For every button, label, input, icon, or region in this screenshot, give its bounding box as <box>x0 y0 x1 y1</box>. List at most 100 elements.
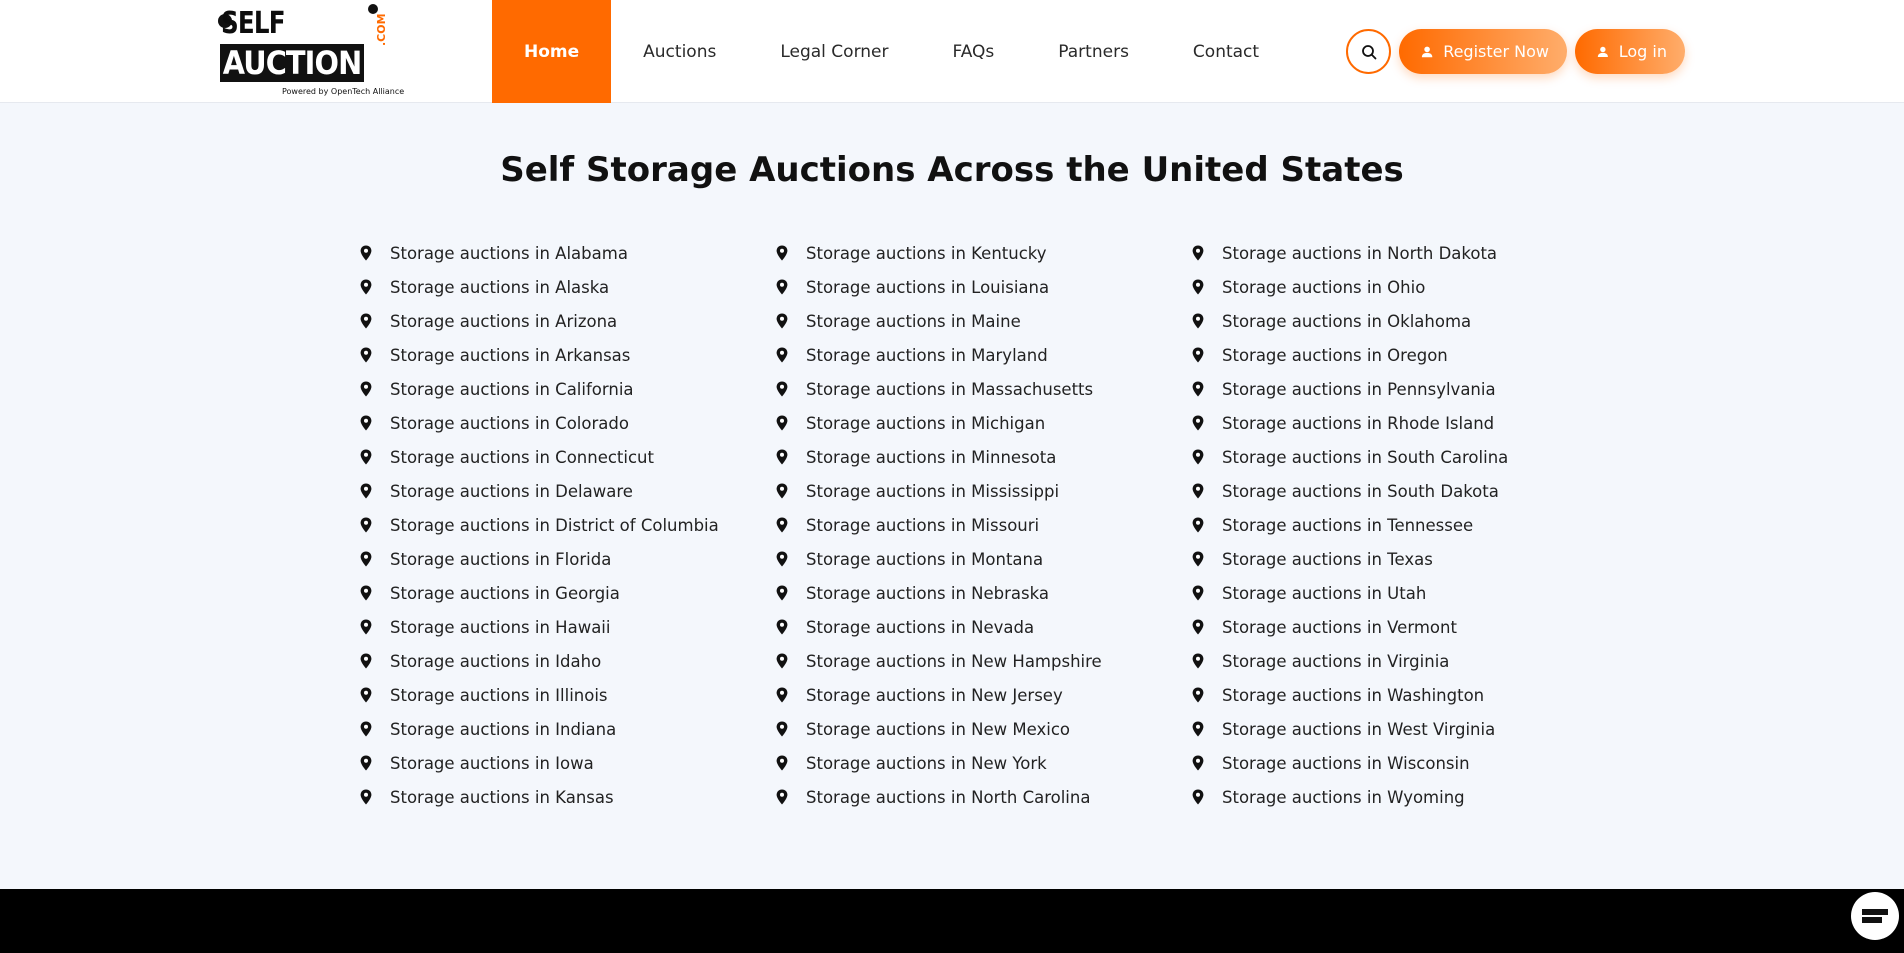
nav-item-legal-corner[interactable]: Legal Corner <box>748 0 920 103</box>
state-link[interactable]: Storage auctions in Mississippi <box>776 474 1102 508</box>
logo-powered-by: Powered by OpenTech Alliance <box>282 87 405 96</box>
location-pin-icon <box>776 347 788 363</box>
location-pin-icon <box>776 755 788 771</box>
state-link[interactable]: Storage auctions in Pennsylvania <box>1192 372 1508 406</box>
state-link[interactable]: Storage auctions in Tennessee <box>1192 508 1508 542</box>
state-link-label: Storage auctions in Alaska <box>390 277 610 297</box>
location-pin-icon <box>776 279 788 295</box>
state-link[interactable]: Storage auctions in Maine <box>776 304 1102 338</box>
location-pin-icon <box>1192 721 1204 737</box>
location-pin-icon <box>1192 449 1204 465</box>
state-link[interactable]: Storage auctions in Iowa <box>360 746 719 780</box>
state-link-label: Storage auctions in Arizona <box>390 311 618 331</box>
state-link[interactable]: Storage auctions in Alabama <box>360 236 719 270</box>
state-link-label: Storage auctions in New Mexico <box>806 719 1071 739</box>
state-link[interactable]: Storage auctions in Alaska <box>360 270 719 304</box>
state-link[interactable]: Storage auctions in Maryland <box>776 338 1102 372</box>
register-button[interactable]: Register Now <box>1399 29 1567 74</box>
state-link[interactable]: Storage auctions in Texas <box>1192 542 1508 576</box>
state-link-label: Storage auctions in District of Columbia <box>390 515 719 535</box>
state-link[interactable]: Storage auctions in Michigan <box>776 406 1102 440</box>
nav-item-contact[interactable]: Contact <box>1161 0 1291 103</box>
nav-item-faqs[interactable]: FAQs <box>920 0 1026 103</box>
site-logo[interactable]: SELF STORAGE AUCTION .COM Powered by Ope… <box>218 4 404 99</box>
login-button[interactable]: Log in <box>1575 29 1685 74</box>
state-link[interactable]: Storage auctions in Indiana <box>360 712 719 746</box>
state-link[interactable]: Storage auctions in Nevada <box>776 610 1102 644</box>
nav-item-auctions[interactable]: Auctions <box>611 0 748 103</box>
state-link[interactable]: Storage auctions in New Jersey <box>776 678 1102 712</box>
state-link[interactable]: Storage auctions in Connecticut <box>360 440 719 474</box>
state-link[interactable]: Storage auctions in Montana <box>776 542 1102 576</box>
state-link[interactable]: Storage auctions in Vermont <box>1192 610 1508 644</box>
state-link[interactable]: Storage auctions in Oklahoma <box>1192 304 1508 338</box>
state-link[interactable]: Storage auctions in New Hampshire <box>776 644 1102 678</box>
state-link[interactable]: Storage auctions in District of Columbia <box>360 508 719 542</box>
location-pin-icon <box>360 789 372 805</box>
state-link[interactable]: Storage auctions in South Dakota <box>1192 474 1508 508</box>
state-link[interactable]: Storage auctions in New York <box>776 746 1102 780</box>
state-link[interactable]: Storage auctions in West Virginia <box>1192 712 1508 746</box>
state-link[interactable]: Storage auctions in Delaware <box>360 474 719 508</box>
site-header: SELF STORAGE AUCTION .COM Powered by Ope… <box>0 0 1904 103</box>
state-link[interactable]: Storage auctions in Idaho <box>360 644 719 678</box>
state-link[interactable]: Storage auctions in Wyoming <box>1192 780 1508 814</box>
location-pin-icon <box>776 721 788 737</box>
state-link-label: Storage auctions in Kentucky <box>806 243 1047 263</box>
location-pin-icon <box>1192 789 1204 805</box>
state-link[interactable]: Storage auctions in Oregon <box>1192 338 1508 372</box>
state-link-label: Storage auctions in Kansas <box>390 787 614 807</box>
location-pin-icon <box>360 313 372 329</box>
location-pin-icon <box>360 551 372 567</box>
location-pin-icon <box>776 653 788 669</box>
state-link-label: Storage auctions in Vermont <box>1222 617 1457 637</box>
state-link[interactable]: Storage auctions in Minnesota <box>776 440 1102 474</box>
site-footer <box>0 889 1904 953</box>
state-link[interactable]: Storage auctions in North Dakota <box>1192 236 1508 270</box>
page-title: Self Storage Auctions Across the United … <box>500 150 1404 190</box>
state-link[interactable]: Storage auctions in Washington <box>1192 678 1508 712</box>
state-link-label: Storage auctions in Alabama <box>390 243 628 263</box>
state-link[interactable]: Storage auctions in California <box>360 372 719 406</box>
state-link-label: Storage auctions in Florida <box>390 549 612 569</box>
state-link[interactable]: Storage auctions in Louisiana <box>776 270 1102 304</box>
state-link[interactable]: Storage auctions in Arkansas <box>360 338 719 372</box>
location-pin-icon <box>1192 279 1204 295</box>
nav-item-partners[interactable]: Partners <box>1026 0 1161 103</box>
location-pin-icon <box>360 245 372 261</box>
state-link-label: Storage auctions in South Carolina <box>1222 447 1509 467</box>
state-link[interactable]: Storage auctions in Colorado <box>360 406 719 440</box>
state-link[interactable]: Storage auctions in Wisconsin <box>1192 746 1508 780</box>
state-link[interactable]: Storage auctions in Rhode Island <box>1192 406 1508 440</box>
site-badge-icon[interactable] <box>1851 892 1899 940</box>
state-link-label: Storage auctions in Illinois <box>390 685 608 705</box>
state-link[interactable]: Storage auctions in Massachusetts <box>776 372 1102 406</box>
nav-item-home[interactable]: Home <box>492 0 612 103</box>
state-link[interactable]: Storage auctions in Kentucky <box>776 236 1102 270</box>
state-link-label: Storage auctions in Colorado <box>390 413 629 433</box>
state-link[interactable]: Storage auctions in Ohio <box>1192 270 1508 304</box>
state-link[interactable]: Storage auctions in Arizona <box>360 304 719 338</box>
state-link[interactable]: Storage auctions in Virginia <box>1192 644 1508 678</box>
state-link-label: Storage auctions in Texas <box>1222 549 1433 569</box>
location-pin-icon <box>360 347 372 363</box>
location-pin-icon <box>776 245 788 261</box>
state-link[interactable]: Storage auctions in Missouri <box>776 508 1102 542</box>
state-link[interactable]: Storage auctions in Utah <box>1192 576 1508 610</box>
location-pin-icon <box>360 381 372 397</box>
state-link[interactable]: Storage auctions in Illinois <box>360 678 719 712</box>
state-link[interactable]: Storage auctions in Florida <box>360 542 719 576</box>
state-link[interactable]: Storage auctions in Nebraska <box>776 576 1102 610</box>
state-link[interactable]: Storage auctions in Georgia <box>360 576 719 610</box>
state-link[interactable]: Storage auctions in South Carolina <box>1192 440 1508 474</box>
state-link[interactable]: Storage auctions in Hawaii <box>360 610 719 644</box>
state-link[interactable]: Storage auctions in North Carolina <box>776 780 1102 814</box>
location-pin-icon <box>1192 313 1204 329</box>
state-link-label: Storage auctions in Georgia <box>390 583 620 603</box>
state-link[interactable]: Storage auctions in New Mexico <box>776 712 1102 746</box>
location-pin-icon <box>776 619 788 635</box>
search-button[interactable] <box>1346 29 1391 74</box>
state-link[interactable]: Storage auctions in Kansas <box>360 780 719 814</box>
user-icon <box>1421 46 1433 57</box>
logo-line-2: AUCTION <box>220 44 364 82</box>
